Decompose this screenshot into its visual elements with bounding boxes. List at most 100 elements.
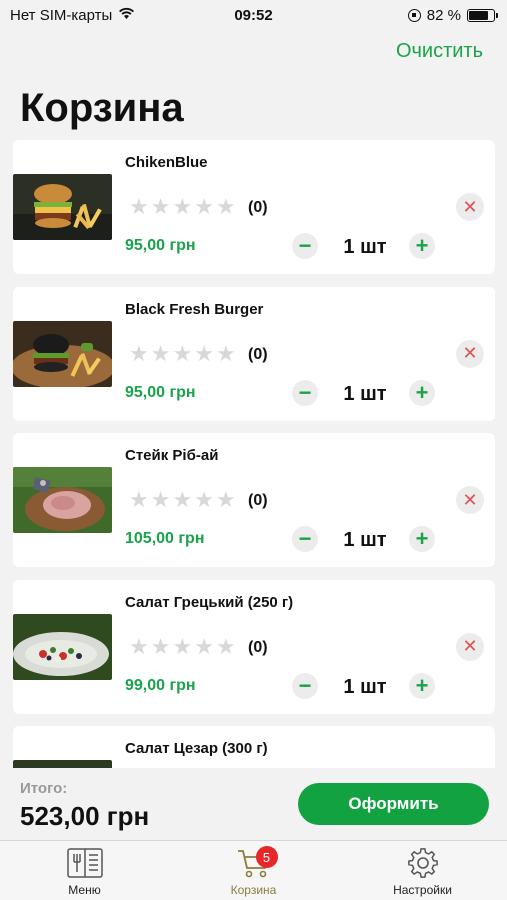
- star-icon: ★: [215, 633, 236, 659]
- plus-icon: +: [415, 672, 429, 698]
- close-icon: ✕: [462, 489, 478, 510]
- item-name: Black Fresh Burger: [125, 300, 264, 318]
- star-icon: ★: [150, 487, 171, 512]
- star-icon: ★: [172, 487, 193, 512]
- cart-item: Black Fresh Burger ★ ★ ★ ★ ★ (0) 95,00 грн ✕…: [13, 286, 495, 421]
- item-name: Салат Грецький (250 г): [125, 593, 294, 611]
- remove-item-button[interactable]: ✕: [456, 193, 484, 221]
- cart-item: Салат Грецький (250 г) ★ ★ ★ ★ ★ (0) 99,00 г…: [13, 579, 495, 714]
- star-icon: ★: [215, 487, 236, 512]
- menu-book-icon: [65, 847, 105, 879]
- rating-stars[interactable]: ★ ★ ★ ★ ★: [129, 489, 236, 511]
- decrease-quantity-button[interactable]: −: [292, 526, 318, 552]
- plus-icon: +: [415, 526, 429, 551]
- item-price: 95,00 грн: [125, 383, 196, 401]
- tab-label: Корзина: [230, 883, 277, 897]
- steak-on-board-image: [13, 467, 112, 533]
- plus-icon: +: [415, 233, 429, 258]
- star-icon: ★: [194, 633, 214, 659]
- page-title: Корзина: [20, 86, 184, 130]
- star-icon: ★: [129, 340, 149, 366]
- item-name: Салат Цезар (300 г): [125, 740, 268, 757]
- cart-list[interactable]: ChikenBlue ★ ★ ★ ★ ★ (0) 95,00 грн ✕ − 1 шт …: [13, 140, 495, 770]
- close-icon: ✕: [462, 343, 478, 363]
- item-price: 95,00 грн: [125, 237, 196, 254]
- review-count: (0): [248, 199, 268, 216]
- star-icon: ★: [172, 340, 193, 366]
- close-icon: ✕: [462, 196, 478, 217]
- star-icon: ★: [194, 194, 214, 219]
- black-burger-with-fries-image: [13, 320, 112, 387]
- star-icon: ★: [129, 194, 149, 219]
- star-icon: ★: [194, 340, 214, 366]
- quantity-value: 1 шт: [343, 382, 387, 405]
- increase-quantity-button[interactable]: +: [409, 379, 435, 406]
- clear-cart-button[interactable]: Очистить: [396, 40, 483, 63]
- cart-item: Стейк Ріб-ай ★ ★ ★ ★ ★ (0) 105,00 грн ✕ − 1 …: [13, 433, 495, 567]
- cart-item: Салат Цезар (300 г): [13, 726, 495, 770]
- tab-settings[interactable]: Настройки: [338, 841, 507, 900]
- close-icon: ✕: [462, 636, 478, 656]
- remove-item-button[interactable]: ✕: [456, 632, 484, 661]
- tab-label: Настройки: [393, 883, 452, 897]
- decrease-quantity-button[interactable]: −: [292, 379, 318, 406]
- increase-quantity-button[interactable]: +: [409, 672, 435, 699]
- gear-icon: [403, 847, 443, 879]
- battery-percent: 82 %: [426, 6, 461, 24]
- star-icon: ★: [215, 194, 236, 219]
- quantity-value: 1 шт: [343, 236, 387, 258]
- cart-count-badge: 5: [255, 846, 278, 868]
- item-price: 105,00 грн: [125, 530, 205, 547]
- tab-cart[interactable]: 5 Корзина: [169, 841, 338, 900]
- burger-with-fries-image: [13, 174, 112, 240]
- decrease-quantity-button[interactable]: −: [292, 233, 318, 259]
- rating-stars[interactable]: ★ ★ ★ ★ ★: [129, 340, 236, 366]
- item-name: ChikenBlue: [125, 154, 208, 171]
- star-icon: ★: [150, 340, 171, 366]
- battery-icon: [467, 8, 498, 22]
- minus-icon: −: [298, 233, 312, 258]
- review-count: (0): [248, 492, 268, 509]
- remove-item-button[interactable]: ✕: [456, 339, 484, 368]
- star-icon: ★: [172, 633, 193, 659]
- checkout-button[interactable]: Оформить: [298, 783, 489, 825]
- status-right: 82 %: [407, 6, 498, 24]
- star-icon: ★: [150, 194, 171, 219]
- battery-fill: [469, 10, 488, 20]
- star-icon: ★: [194, 487, 214, 512]
- star-icon: ★: [150, 633, 171, 659]
- cart-item: ChikenBlue ★ ★ ★ ★ ★ (0) 95,00 грн ✕ − 1 шт …: [13, 140, 495, 274]
- star-icon: ★: [172, 194, 193, 219]
- greek-salad-plate-image: [13, 613, 112, 680]
- star-icon: ★: [129, 487, 149, 512]
- minus-icon: −: [298, 379, 312, 405]
- increase-quantity-button[interactable]: +: [409, 526, 435, 552]
- rating-stars[interactable]: ★ ★ ★ ★ ★: [129, 633, 236, 659]
- status-bar: Нет SIM-карты 09:52 82 %: [0, 0, 507, 30]
- quantity-value: 1 шт: [343, 675, 387, 698]
- item-name: Стейк Ріб-ай: [125, 447, 219, 464]
- tab-bar: Меню 5 Корзина Настройки: [0, 840, 507, 900]
- decrease-quantity-button[interactable]: −: [292, 672, 318, 699]
- tab-menu[interactable]: Меню: [0, 841, 169, 900]
- star-icon: ★: [129, 633, 149, 659]
- checkout-bar: Итого: 523,00 грн Оформить: [0, 768, 507, 840]
- item-price: 99,00 грн: [125, 676, 196, 694]
- star-icon: ★: [215, 340, 236, 366]
- status-left: Нет SIM-карты: [10, 7, 135, 24]
- rating-stars[interactable]: ★ ★ ★ ★ ★: [129, 196, 236, 218]
- quantity-value: 1 шт: [343, 529, 387, 551]
- orientation-lock-icon: [407, 8, 421, 22]
- carrier-text: Нет SIM-карты: [10, 6, 113, 24]
- plus-icon: +: [415, 379, 429, 405]
- minus-icon: −: [298, 526, 312, 551]
- total-value: 523,00 грн: [20, 801, 150, 831]
- remove-item-button[interactable]: ✕: [456, 486, 484, 514]
- review-count: (0): [248, 638, 268, 656]
- minus-icon: −: [298, 672, 312, 698]
- wifi-icon: [118, 7, 135, 24]
- total-label: Итого:: [20, 780, 68, 797]
- review-count: (0): [248, 345, 268, 363]
- tab-label: Меню: [68, 883, 101, 897]
- increase-quantity-button[interactable]: +: [409, 233, 435, 259]
